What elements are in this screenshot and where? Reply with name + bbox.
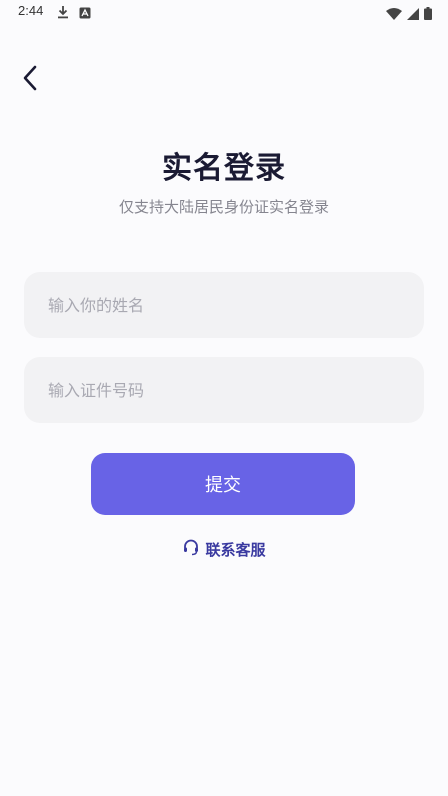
wifi-icon <box>386 5 402 24</box>
page-subtitle: 仅支持大陆居民身份证实名登录 <box>118 198 329 216</box>
app-notification-icon <box>79 4 91 23</box>
login-screen: 2:44 实名登录 仅支持大陆居民身份证实名登录 输入你的姓名 输入证件号码 提… <box>0 0 448 796</box>
status-time: 2:44 <box>18 3 44 18</box>
id-number-input[interactable] <box>24 357 424 423</box>
contact-support-label: 联系客服 <box>205 540 266 559</box>
battery-icon <box>424 5 432 24</box>
chevron-left-icon <box>23 65 37 91</box>
back-button[interactable] <box>14 60 46 96</box>
status-bar: 2:44 <box>0 0 448 24</box>
status-indicators <box>386 5 432 24</box>
name-input[interactable] <box>24 272 424 338</box>
contact-support-link[interactable]: 联系客服 <box>0 538 448 560</box>
page-title: 实名登录 <box>162 151 286 186</box>
submit-button[interactable]: 提交 <box>91 453 355 515</box>
download-icon <box>57 4 69 23</box>
signal-icon <box>407 5 419 24</box>
headset-icon <box>182 538 200 560</box>
